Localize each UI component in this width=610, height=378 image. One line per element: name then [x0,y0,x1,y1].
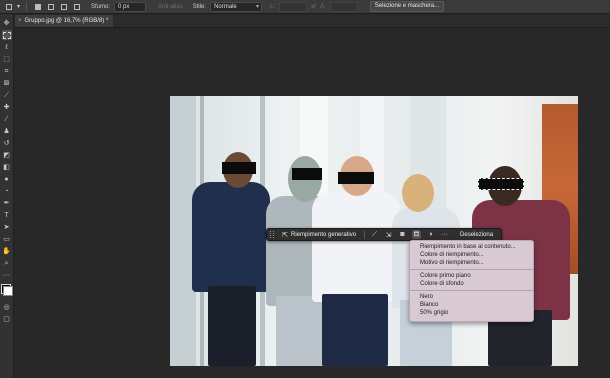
menu-item-background-color[interactable]: Colore di sfondo [410,280,533,288]
width-input[interactable] [279,1,308,12]
person-legs [322,294,388,366]
screen-mode-icon[interactable]: ▢ [2,314,12,324]
select-and-mask-button[interactable]: Selezione e maschera... [369,1,445,12]
menu-item-50-gray[interactable]: 50% grigio [410,309,533,317]
more-icon[interactable]: ··· [2,270,12,280]
person-head [402,174,434,212]
menu-item-content-aware-fill[interactable]: Riempimento in base al contenuto... [410,243,533,251]
chevron-down-icon[interactable]: ▾ [17,3,20,10]
object-select-icon[interactable]: ⬚ [2,54,12,64]
path-select-icon[interactable]: ➤ [2,222,12,232]
swap-icon[interactable]: ⇄ [311,3,316,10]
divider [26,2,28,11]
background-color-swatch[interactable] [2,286,13,296]
mask-icon[interactable]: ◙ [398,230,407,239]
fill-menu: Riempimento in base al contenuto... Colo… [409,240,534,322]
censor-bar [338,172,374,184]
deselect-button[interactable]: Deseleziona [460,232,493,238]
menu-divider [410,290,533,291]
brush-icon[interactable]: ⁄ [2,114,12,124]
person-torso [312,192,400,302]
fill-bucket-icon[interactable]: ⛾ [412,230,422,239]
style-select[interactable]: Normale [210,1,263,12]
stamp-icon[interactable]: ♟ [2,126,12,136]
hand-icon[interactable]: ✋ [2,246,12,256]
style-label: Stile: [192,3,207,10]
censor-bar [292,168,322,180]
menu-item-fill-pattern[interactable]: Motivo di riempimento... [410,259,533,267]
adjustment-icon[interactable]: ◑ [426,230,435,239]
divider [364,230,366,239]
generative-fill-button[interactable]: ⇱ Riempimento generativo [279,230,359,239]
modify-selection-icon[interactable]: ⟋ [370,230,379,239]
type-icon[interactable]: T [2,210,12,220]
lasso-icon[interactable]: ℓ [2,42,12,52]
antialias-checkbox-label[interactable]: Anti-alias [158,4,183,10]
eyedropper-icon[interactable]: ⟋ [2,90,12,100]
height-input[interactable] [329,1,358,12]
pen-icon[interactable]: ✒ [2,198,12,208]
generative-fill-label: Riempimento generativo [291,231,357,238]
intersect-selection-icon[interactable] [72,2,81,11]
menu-divider [410,269,533,270]
frame-icon[interactable]: ⊠ [2,78,12,88]
drag-handle[interactable] [270,231,274,238]
history-brush-icon[interactable]: ↺ [2,138,12,148]
width-label: L: [270,3,276,10]
document-tab-bar: × Gruppo.jpg @ 16,7% (RGB/8) * [15,15,610,28]
generative-fill-icon: ⇱ [282,231,288,239]
censor-bar [222,162,256,174]
blur-icon[interactable]: ● [2,174,12,184]
gradient-icon[interactable]: ◧ [2,162,12,172]
crop-icon[interactable]: ⌗ [2,66,12,76]
eraser-icon[interactable]: ◩ [2,150,12,160]
move-icon[interactable]: ✥ [2,18,12,28]
quick-mask-icon[interactable]: ◎ [2,302,12,312]
color-swatches[interactable] [0,284,13,296]
zoom-icon[interactable]: ⌕ [2,258,12,268]
dodge-icon[interactable]: ◔ [2,186,12,196]
healing-icon[interactable]: ✚ [2,102,12,112]
marquee-tool-preset-icon[interactable] [4,2,13,11]
selected-censor-bar[interactable] [478,178,524,190]
new-selection-icon[interactable] [33,2,42,11]
menu-item-black[interactable]: Nero [410,293,533,301]
person-legs [208,286,256,366]
options-bar: ▾ Sfumo: 0 px Anti-alias Stile: Normale … [0,0,610,14]
feather-input[interactable]: 0 px [114,1,147,12]
menu-item-foreground-color[interactable]: Colore primo piano [410,272,533,280]
rectangle-icon[interactable]: ▭ [2,234,12,244]
invert-selection-icon[interactable]: ⇲ [384,230,393,239]
tools-panel: ✥ ℓ ⬚ ⌗ ⊠ ⟋ ✚ ⁄ ♟ ↺ ◩ ◧ ● ◔ ✒ T ➤ ▭ ✋ ⌕ … [0,14,14,378]
subtract-selection-icon[interactable] [59,2,68,11]
close-icon[interactable]: × [18,18,22,24]
menu-item-fill-color[interactable]: Colore di riempimento... [410,251,533,259]
document-tab[interactable]: × Gruppo.jpg @ 16,7% (RGB/8) * [15,15,113,27]
marquee-icon[interactable] [1,30,12,40]
more-options-icon[interactable]: ··· [440,230,449,239]
feather-label: Sfumo: [91,3,111,10]
add-to-selection-icon[interactable] [46,2,55,11]
person-torso [192,182,270,292]
person-legs [276,296,328,366]
menu-item-white[interactable]: Bianco [410,301,533,309]
height-label: A: [320,3,326,10]
document-tab-title: Gruppo.jpg @ 16,7% (RGB/8) * [24,18,109,24]
